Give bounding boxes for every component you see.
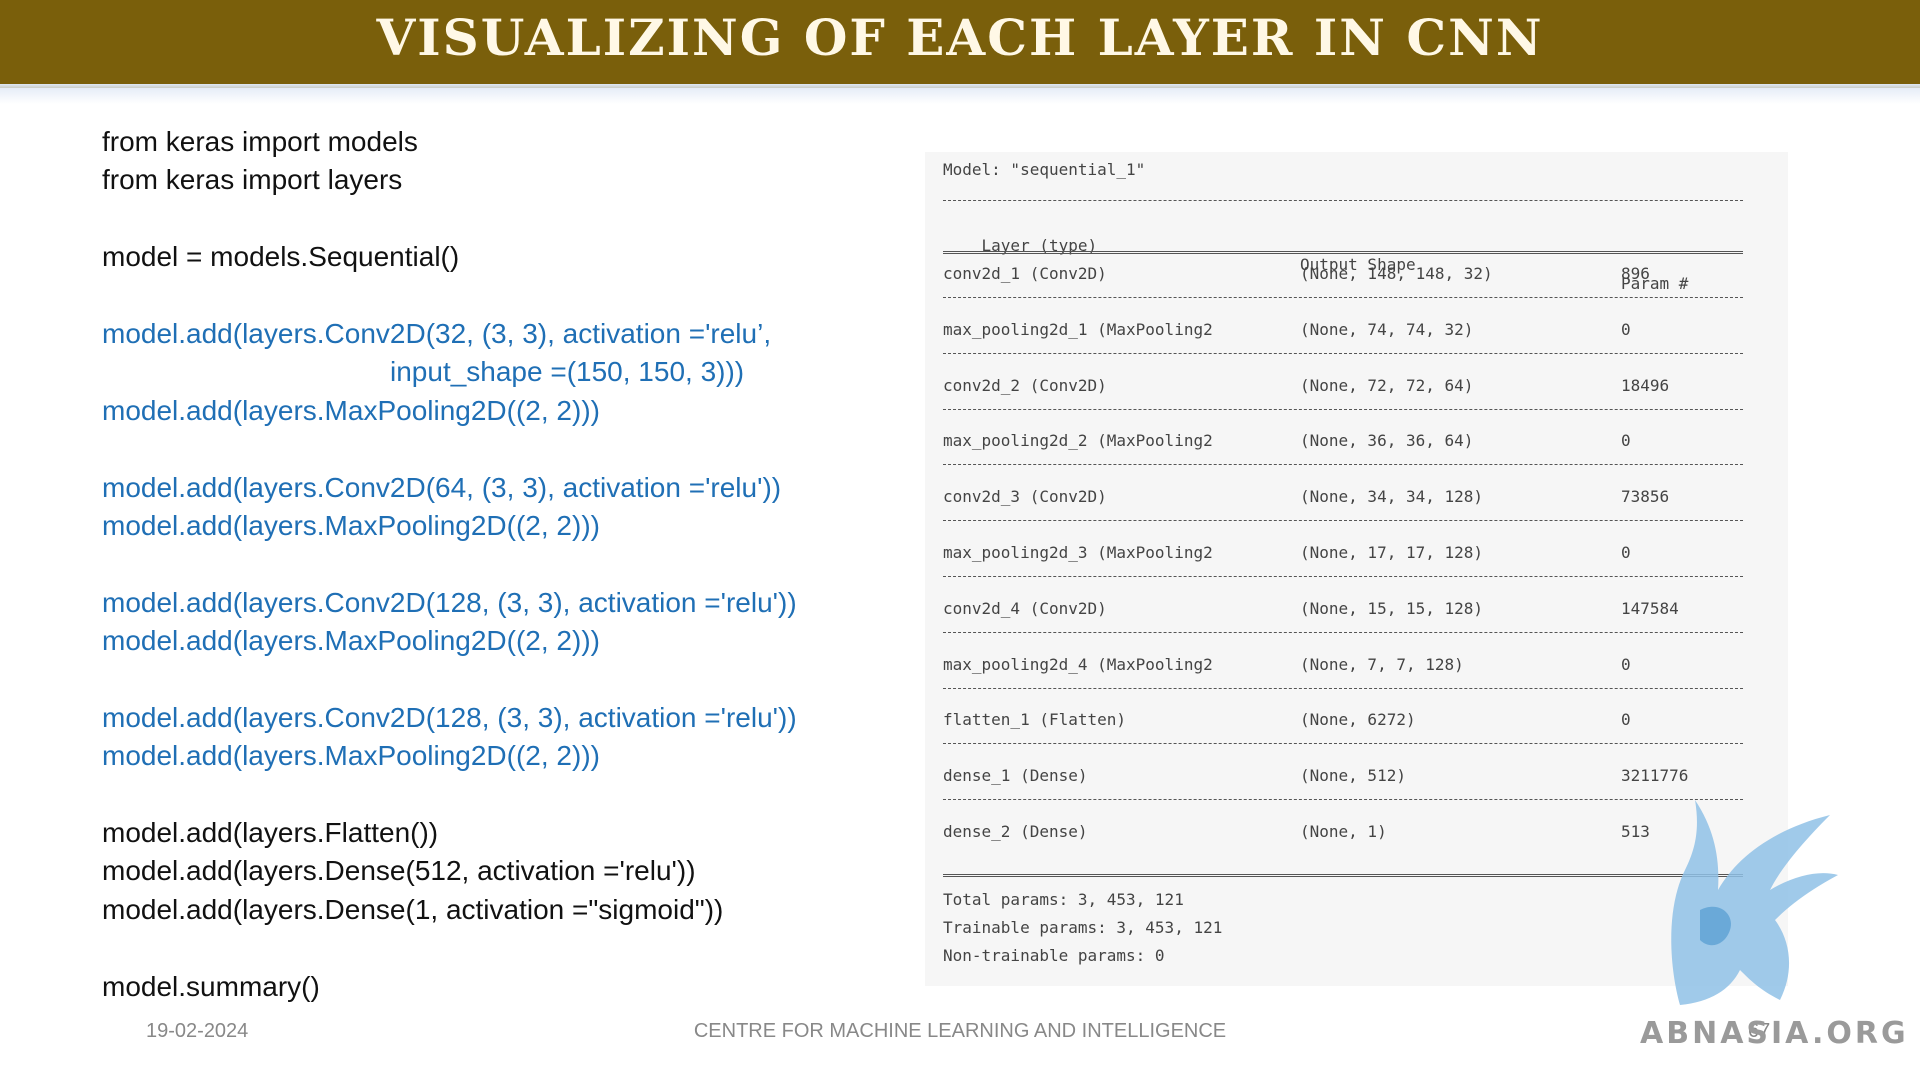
code-line: input_shape =(150, 150, 3))) [390,356,745,388]
param-count: 0 [1621,654,1631,674]
divider [943,687,1743,689]
divider [943,520,1743,522]
divider [943,576,1743,577]
param-count: 896 [1621,264,1650,283]
slide-title: VISUALIZING OF EACH LAYER IN CNN [376,8,1544,67]
param-count: 73856 [1621,487,1670,507]
divider [943,743,1743,745]
footer-center: CENTRE FOR MACHINE LEARNING AND INTELLIG… [693,1020,1227,1042]
trainable-params: Trainable params: 3, 453, 121 [943,918,1223,937]
divider [943,297,1743,298]
divider [943,200,1743,201]
code-line: model.add(layers.Dense(512, activation =… [102,855,696,887]
layer-name: max_pooling2d_1 (MaxPooling2 [943,319,1213,339]
param-count: 18496 [1621,375,1670,395]
param-count: 0 [1621,319,1631,339]
summary-layer-row: max_pooling2d_3 (MaxPooling2 (None, 17, 1… [943,543,1631,562]
code-block: from keras import models from keras impo… [102,123,797,1006]
code-line: model.add(layers.MaxPooling2D((2, 2))) [102,625,600,657]
code-line: model.add(layers.Conv2D(128, (3, 3), act… [102,586,797,618]
summary-layer-row: conv2d_1 (Conv2D) (None, 148, 148, 32) 896 [943,264,1650,283]
output-shape: (None, 74, 74, 32) [1300,319,1474,339]
divider [943,874,1743,877]
output-shape: (None, 15, 15, 128) [1300,598,1484,618]
output-shape: (None, 512) [1300,766,1406,786]
output-shape: (None, 1) [1300,822,1387,841]
param-count: 0 [1621,710,1631,730]
output-shape: (None, 148, 148, 32) [1300,264,1493,283]
divider [943,799,1743,801]
code-line: model.summary() [102,970,320,1002]
layer-name: max_pooling2d_4 (MaxPooling2 [943,654,1213,674]
layer-name: conv2d_2 (Conv2D) [943,375,1107,395]
summary-layer-row: flatten_1 (Flatten) (None, 6272) 0 [943,710,1631,730]
output-shape: (None, 17, 17, 128) [1300,543,1484,562]
param-count: 0 [1621,543,1631,562]
param-count: 3211776 [1621,766,1689,786]
output-shape: (None, 34, 34, 128) [1300,487,1484,507]
total-params: Total params: 3, 453, 121 [943,890,1184,909]
summary-layer-row: max_pooling2d_1 (MaxPooling2 (None, 74, 7… [943,319,1631,339]
summary-layer-row: conv2d_3 (Conv2D) (None, 34, 34, 128) 7385… [943,487,1669,507]
layer-name: dense_1 (Dense) [943,766,1088,786]
summary-layer-row: max_pooling2d_4 (MaxPooling2 (None, 7, 7,… [943,654,1631,674]
summary-layer-row: conv2d_2 (Conv2D) (None, 72, 72, 64) 18496 [943,375,1669,395]
divider [943,464,1743,466]
watermark-text: ABNASIA.ORG [1640,1016,1909,1051]
layer-name: conv2d_3 (Conv2D) [943,487,1107,507]
summary-layer-row: dense_1 (Dense) (None, 512) 3211776 [943,766,1688,786]
layer-name: max_pooling2d_2 (MaxPooling2 [943,431,1213,451]
divider [943,408,1743,410]
layer-name: conv2d_4 (Conv2D) [943,598,1107,618]
code-line: model.add(layers.Conv2D(32, (3, 3), acti… [102,317,772,349]
output-shape: (None, 72, 72, 64) [1300,375,1474,395]
griffin-logo-icon [1671,800,1838,1005]
code-line: model.add(layers.Dense(1, activation ="s… [102,893,724,925]
model-name-line: Model: "sequential_1" [943,160,1146,179]
output-shape: (None, 6272) [1300,710,1416,730]
summary-layer-row: conv2d_4 (Conv2D) (None, 15, 15, 128) 1475… [943,598,1679,618]
divider [943,251,1743,254]
output-shape: (None, 36, 36, 64) [1300,431,1474,451]
layer-name: max_pooling2d_3 (MaxPooling2 [943,543,1213,562]
summary-layer-row: max_pooling2d_2 (MaxPooling2 (None, 36, 3… [943,431,1631,451]
code-line: model.add(layers.MaxPooling2D((2, 2))) [102,394,600,426]
code-line: model.add(layers.MaxPooling2D((2, 2))) [102,509,600,541]
code-line: model.add(layers.MaxPooling2D((2, 2))) [102,740,600,772]
param-count: 147584 [1621,598,1679,618]
layer-name: dense_2 (Dense) [943,822,1088,841]
output-shape: (None, 7, 7, 128) [1300,654,1464,674]
code-line: from keras import layers [102,164,403,196]
code-line: from keras import models [102,126,418,157]
title-bar: VISUALIZING OF EACH LAYER IN CNN [0,0,1920,104]
layer-name: flatten_1 (Flatten) [943,710,1127,730]
code-line: model.add(layers.Conv2D(128, (3, 3), act… [102,701,797,733]
code-line: model.add(layers.Conv2D(64, (3, 3), acti… [102,471,782,503]
non-trainable-params: Non-trainable params: 0 [943,946,1165,965]
layer-name: conv2d_1 (Conv2D) [943,264,1107,283]
divider [943,631,1743,633]
code-line: model.add(layers.Flatten()) [102,817,439,849]
summary-layer-row: dense_2 (Dense) (None, 1) 513 [943,822,1650,841]
divider [943,352,1743,354]
param-count: 0 [1621,431,1631,451]
code-line: model = models.Sequential() [102,241,460,273]
